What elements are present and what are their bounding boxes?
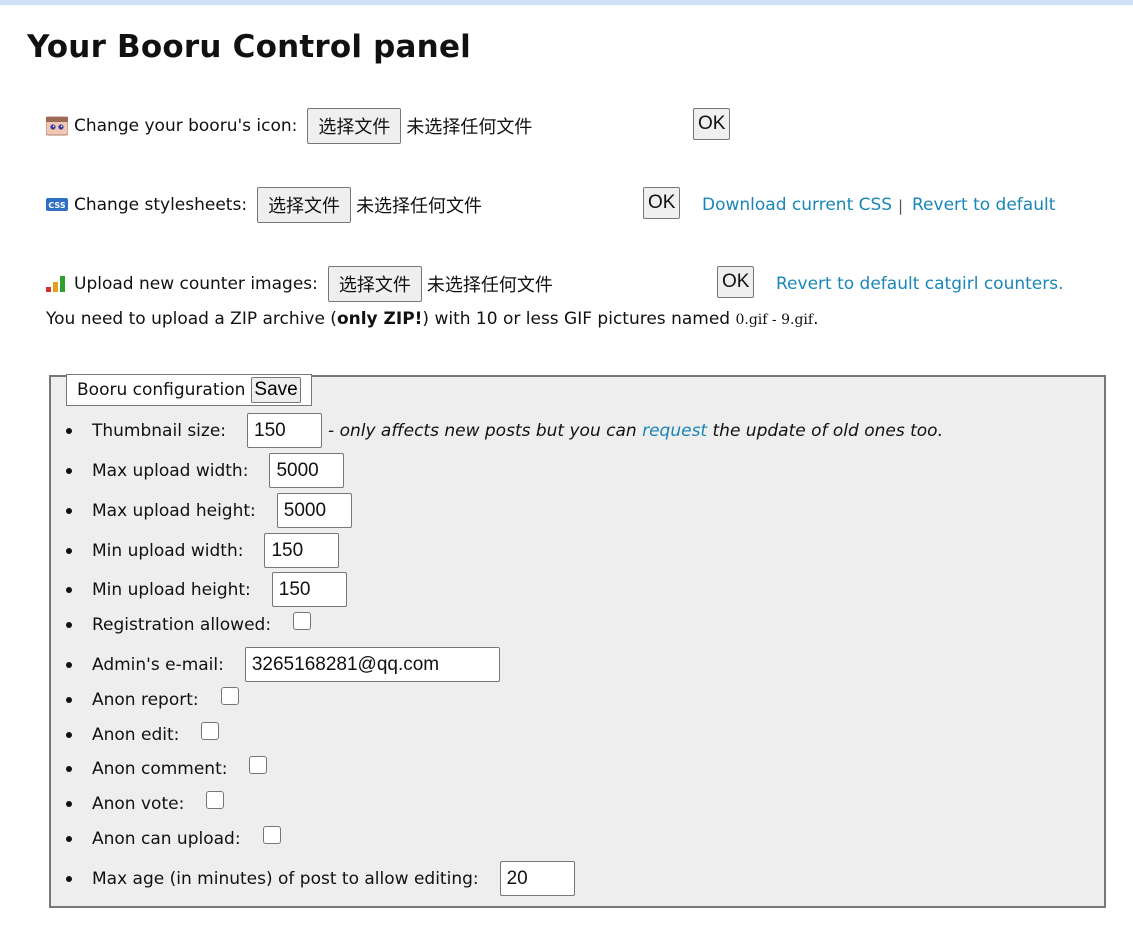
counter-no-file-text: 未选择任何文件 (426, 275, 553, 296)
max-upload-height-input[interactable] (276, 493, 352, 528)
css-icon: CSS (46, 195, 68, 215)
top-accent-bar (0, 0, 1133, 5)
anon-edit-checkbox[interactable] (201, 722, 220, 740)
link-separator: | (898, 197, 904, 215)
anon-comment-checkbox[interactable] (249, 756, 268, 774)
icon-no-file-text: 未选择任何文件 (406, 117, 533, 138)
option-max-age: Max age (in minutes) of post to allow ed… (66, 861, 575, 896)
option-registration-allowed: Registration allowed: (66, 612, 312, 635)
revert-counters-link[interactable]: Revert to default catgirl counters. (776, 274, 1064, 294)
anon-report-checkbox[interactable] (220, 687, 239, 705)
config-legend: Booru configuration Save (66, 374, 312, 406)
registration-allowed-checkbox[interactable] (293, 612, 312, 630)
icon-upload-label: Change your booru's icon: (74, 116, 298, 136)
request-update-link[interactable]: request (642, 421, 707, 441)
thumbnail-size-input[interactable] (247, 413, 323, 448)
min-upload-width-input[interactable] (264, 533, 340, 568)
config-legend-label: Booru configuration (77, 380, 246, 400)
max-age-input[interactable] (499, 861, 575, 896)
anon-upload-checkbox[interactable] (262, 826, 281, 844)
download-css-link[interactable]: Download current CSS (702, 195, 892, 215)
option-max-upload-width: Max upload width: (66, 453, 345, 488)
svg-text:CSS: CSS (48, 201, 65, 210)
option-thumbnail-size: Thumbnail size: - only affects new posts… (66, 413, 943, 448)
counter-choose-file-button[interactable]: 选择文件 (327, 266, 422, 302)
option-min-upload-width: Min upload width: (66, 533, 340, 568)
anon-vote-checkbox[interactable] (206, 791, 225, 809)
option-anon-edit: Anon edit: (66, 722, 220, 745)
option-admin-email: Admin's e-mail: (66, 647, 500, 682)
option-min-upload-height: Min upload height: (66, 572, 347, 607)
option-anon-vote: Anon vote: (66, 791, 225, 814)
stylesheet-upload-row: CSS Change stylesheets: 选择文件 未选择任何文件 (46, 187, 482, 223)
counter-ok-button[interactable]: OK (717, 266, 755, 298)
booru-face-icon (45, 116, 69, 136)
counter-upload-label: Upload new counter images: (74, 274, 318, 294)
admin-email-input[interactable] (244, 647, 500, 682)
counter-bars-icon (46, 274, 68, 294)
counter-upload-note: You need to upload a ZIP archive (only Z… (46, 309, 819, 329)
option-max-upload-height: Max upload height: (66, 493, 352, 528)
max-upload-width-input[interactable] (269, 453, 345, 488)
stylesheet-ok-button[interactable]: OK (643, 187, 681, 219)
stylesheet-upload-label: Change stylesheets: (74, 195, 248, 215)
revert-css-link[interactable]: Revert to default (912, 195, 1055, 215)
icon-upload-row: Change your booru's icon: 选择文件 未选择任何文件 (45, 108, 533, 144)
option-anon-comment: Anon comment: (66, 756, 268, 779)
stylesheet-choose-file-button[interactable]: 选择文件 (257, 187, 352, 223)
save-config-button[interactable]: Save (251, 377, 301, 403)
option-anon-upload: Anon can upload: (66, 826, 281, 849)
thumbnail-note: - only affects new posts but you can req… (328, 420, 943, 441)
icon-choose-file-button[interactable]: 选择文件 (307, 108, 402, 144)
option-anon-report: Anon report: (66, 687, 239, 710)
icon-ok-button[interactable]: OK (693, 108, 731, 140)
min-upload-height-input[interactable] (271, 572, 347, 607)
stylesheet-no-file-text: 未选择任何文件 (356, 196, 483, 217)
counter-upload-row: Upload new counter images: 选择文件 未选择任何文件 (46, 266, 553, 302)
page-title: Your Booru Control panel (27, 29, 471, 65)
